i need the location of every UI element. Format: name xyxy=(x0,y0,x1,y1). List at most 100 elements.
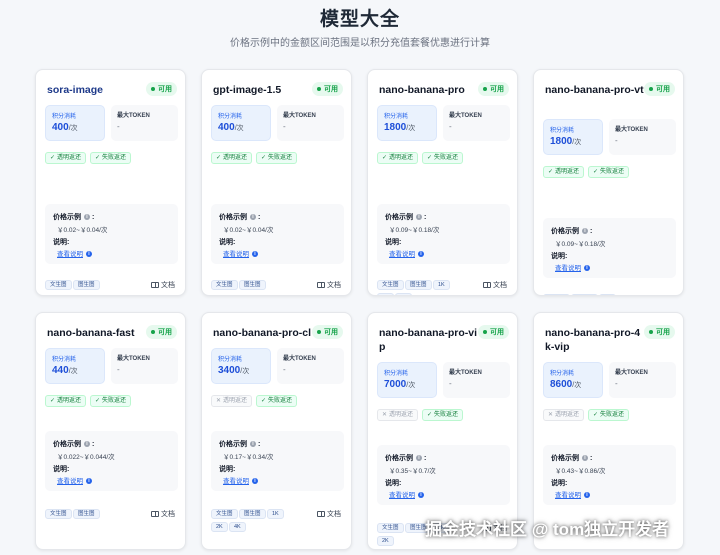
docs-link[interactable]: 文档 xyxy=(483,280,507,290)
price-panel: 价格示例 i : ￥0.09~￥0.18/次 说明: 查看说明 i xyxy=(377,204,510,264)
book-icon[interactable] xyxy=(151,282,159,289)
view-description-link[interactable]: 查看说明 i xyxy=(57,475,92,485)
category-chip[interactable]: 4K xyxy=(395,293,412,295)
category-chip[interactable]: 1K xyxy=(433,280,450,290)
category-chip[interactable]: 1K xyxy=(267,509,284,519)
docs-label[interactable]: 文档 xyxy=(327,511,341,518)
transparent-return-tag: ✕ 透明返还 xyxy=(377,409,419,421)
view-description-link[interactable]: 查看说明 i xyxy=(555,262,590,272)
colon-glyph: : xyxy=(90,214,95,221)
model-name[interactable]: sora-image xyxy=(47,83,147,97)
info-icon[interactable]: i xyxy=(86,251,92,258)
category-chip[interactable]: 文生图 xyxy=(45,280,72,290)
view-description-text[interactable]: 查看说明 xyxy=(389,251,415,258)
category-chip[interactable]: 文生图 xyxy=(377,523,404,533)
view-description-link[interactable]: 查看说明 i xyxy=(223,248,258,258)
docs-label[interactable]: 文档 xyxy=(161,511,175,518)
info-icon[interactable]: i xyxy=(584,265,590,272)
model-name[interactable]: nano-banana-pro-vt xyxy=(545,83,645,97)
info-icon[interactable]: i xyxy=(252,251,258,258)
category-chip[interactable]: 图生图 xyxy=(73,280,100,290)
transparent-return-label: 透明返还 xyxy=(555,412,580,418)
transparent-return-tag: ✓ 透明返还 xyxy=(45,152,87,164)
category-chip[interactable]: 1K xyxy=(599,294,616,295)
view-description-text[interactable]: 查看说明 xyxy=(57,478,83,485)
docs-link[interactable]: 文档 xyxy=(151,509,175,519)
status-badge: 可用 xyxy=(146,325,177,339)
view-description-text[interactable]: 查看说明 xyxy=(555,492,581,499)
model-card[interactable]: sora-image 可用 积分消耗 400/次 最大TOKEN - ✓ 透明返还 ✓ 失败返还价… xyxy=(35,69,186,296)
docs-link[interactable]: 文档 xyxy=(151,280,175,290)
docs-link[interactable]: 文档 xyxy=(317,509,341,519)
view-description-text[interactable]: 查看说明 xyxy=(223,478,249,485)
view-description-link[interactable]: 查看说明 i xyxy=(555,489,590,499)
check-icon: ✓ xyxy=(261,155,267,161)
category-chip[interactable]: 文生图 xyxy=(377,280,404,290)
points-label: 积分消耗 xyxy=(52,114,77,120)
description-label: 说明: xyxy=(219,466,236,473)
docs-link[interactable]: 文档 xyxy=(649,294,673,295)
status-dot-icon xyxy=(649,330,653,335)
price-range: ￥0.09~￥0.18/次 xyxy=(555,241,606,248)
metrics-panel: 积分消耗 1800/次 最大TOKEN - xyxy=(377,105,510,141)
view-description-link[interactable]: 查看说明 i xyxy=(57,248,92,258)
category-chip[interactable]: 图生图 xyxy=(73,509,100,519)
category-chip[interactable]: 2K xyxy=(211,522,228,532)
category-chip[interactable]: 图生图 xyxy=(405,280,432,290)
info-icon[interactable]: i xyxy=(418,251,424,258)
category-chip[interactable]: 图生图 xyxy=(571,294,598,295)
status-badge-label: 可用 xyxy=(490,86,504,93)
cross-icon: ✕ xyxy=(548,412,554,418)
points-value: 1800/次 xyxy=(384,122,415,133)
category-chip[interactable]: 文生图 xyxy=(211,280,238,290)
category-chip[interactable]: 2K xyxy=(377,293,394,295)
info-icon[interactable]: i xyxy=(252,478,258,485)
price-example-text: 价格示例 xyxy=(219,214,247,221)
points-metric: 积分消耗 7000/次 xyxy=(377,362,437,398)
price-range: ￥0.02~￥0.04/次 xyxy=(223,227,274,234)
docs-link[interactable]: 文档 xyxy=(317,280,341,290)
category-chip[interactable]: 图生图 xyxy=(239,509,266,519)
docs-label[interactable]: 文档 xyxy=(493,282,507,289)
model-card[interactable]: gpt-image-1.5 可用 积分消耗 400/次 最大TOKEN - ✓ 透明返还 ✓ 失败… xyxy=(201,69,352,296)
model-name[interactable]: nano-banana-pro xyxy=(379,83,479,97)
category-chip[interactable]: 图生图 xyxy=(239,280,266,290)
docs-label[interactable]: 文档 xyxy=(327,282,341,289)
docs-label[interactable]: 文档 xyxy=(161,282,175,289)
info-icon[interactable]: i xyxy=(584,492,590,499)
check-icon: ✓ xyxy=(95,155,101,161)
category-chip[interactable]: 4K xyxy=(229,522,246,532)
category-chip[interactable]: 文生图 xyxy=(211,509,238,519)
points-metric: 积分消耗 1800/次 xyxy=(543,119,603,155)
category-chip[interactable]: 文生图 xyxy=(45,509,72,519)
book-icon[interactable] xyxy=(317,511,325,518)
view-description-link[interactable]: 查看说明 i xyxy=(223,475,258,485)
model-card[interactable]: nano-banana-pro-cl 可用 积分消耗 3400/次 最大TOKEN - ✕ 透… xyxy=(201,312,352,550)
category-chip[interactable]: 2K xyxy=(377,536,394,546)
book-icon[interactable] xyxy=(483,282,491,289)
model-card[interactable]: nano-banana-pro-vt 可用 积分消耗 1800/次 最大TOKEN - ✓ 透… xyxy=(533,69,684,296)
status-badge: 可用 xyxy=(146,82,177,96)
model-name[interactable]: nano-banana-pro-vip xyxy=(379,326,479,354)
metrics-panel: 积分消耗 3400/次 最大TOKEN - xyxy=(211,348,344,384)
view-description-text[interactable]: 查看说明 xyxy=(223,251,249,258)
model-name[interactable]: gpt-image-1.5 xyxy=(213,83,313,97)
model-name[interactable]: nano-banana-pro-cl xyxy=(213,326,313,340)
view-description-link[interactable]: 查看说明 i xyxy=(389,489,424,499)
view-description-text[interactable]: 查看说明 xyxy=(389,492,415,499)
model-name[interactable]: nano-banana-pro-4k-vip xyxy=(545,326,645,354)
book-icon[interactable] xyxy=(151,511,159,518)
book-icon[interactable] xyxy=(317,282,325,289)
info-icon[interactable]: i xyxy=(418,492,424,499)
view-description-text[interactable]: 查看说明 xyxy=(57,251,83,258)
model-name[interactable]: nano-banana-fast xyxy=(47,326,147,340)
price-example-text: 价格示例 xyxy=(53,214,81,221)
info-icon[interactable]: i xyxy=(86,478,92,485)
view-description-text[interactable]: 查看说明 xyxy=(555,265,581,272)
model-card[interactable]: nano-banana-pro 可用 积分消耗 1800/次 最大TOKEN - ✓ 透明返还… xyxy=(367,69,518,296)
category-chip[interactable]: 文生图 xyxy=(543,294,570,295)
points-value: 400/次 xyxy=(218,122,244,133)
view-description-link[interactable]: 查看说明 i xyxy=(389,248,424,258)
points-unit: /次 xyxy=(68,368,78,375)
model-card[interactable]: nano-banana-fast 可用 积分消耗 440/次 最大TOKEN - ✓ 透明返还… xyxy=(35,312,186,550)
